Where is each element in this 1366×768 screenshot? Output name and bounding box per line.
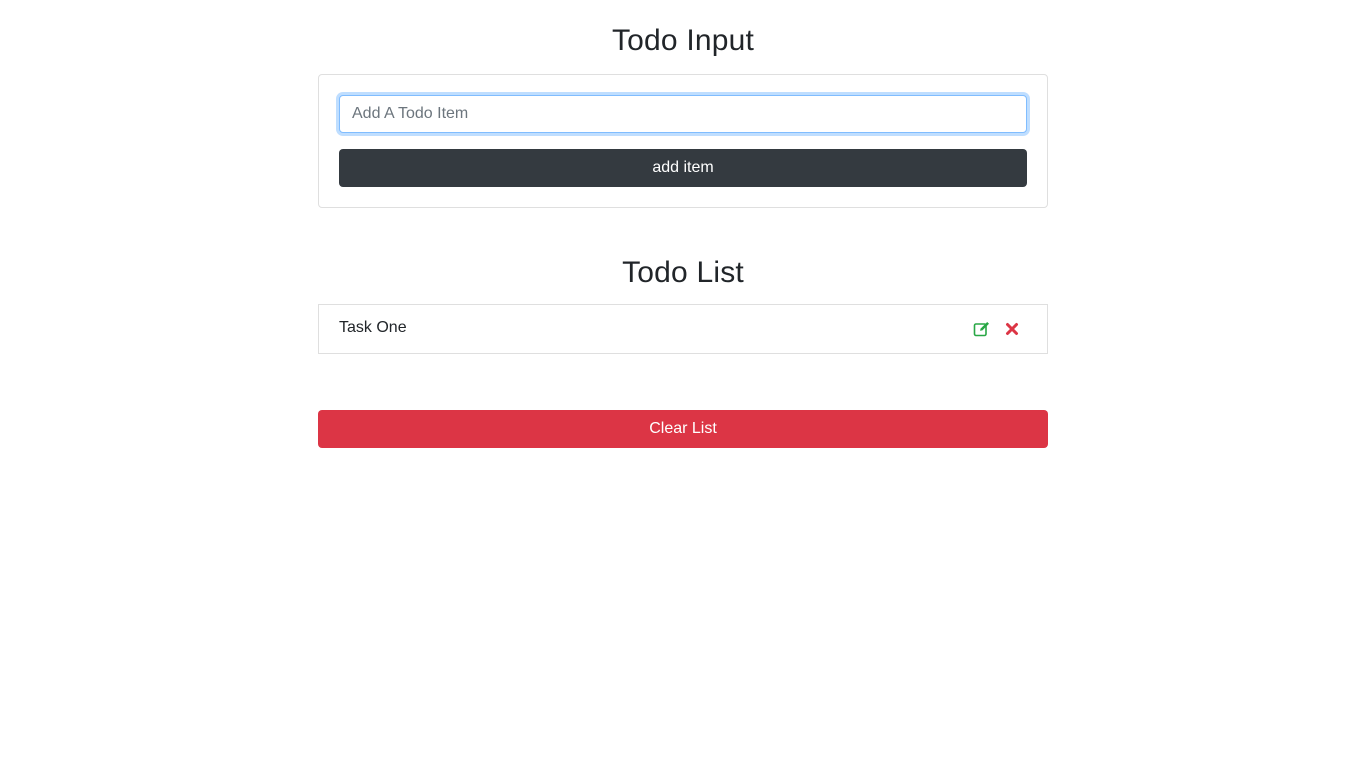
list-item-actions: [961, 320, 1021, 338]
delete-icon[interactable]: [1003, 320, 1021, 338]
todo-input-field[interactable]: [339, 95, 1027, 133]
todo-input-card: add item: [318, 74, 1048, 208]
clear-list-button[interactable]: Clear List: [318, 410, 1048, 448]
todo-list-title: Todo List: [622, 256, 744, 289]
edit-icon[interactable]: [973, 320, 991, 338]
add-item-button[interactable]: add item: [339, 149, 1027, 187]
list-item-label: Task One: [339, 319, 407, 336]
todo-input-title: Todo Input: [611, 24, 755, 57]
todo-app: Todo Input add item Todo List Task One: [318, 0, 1048, 448]
todo-list: Task One: [318, 304, 1048, 354]
